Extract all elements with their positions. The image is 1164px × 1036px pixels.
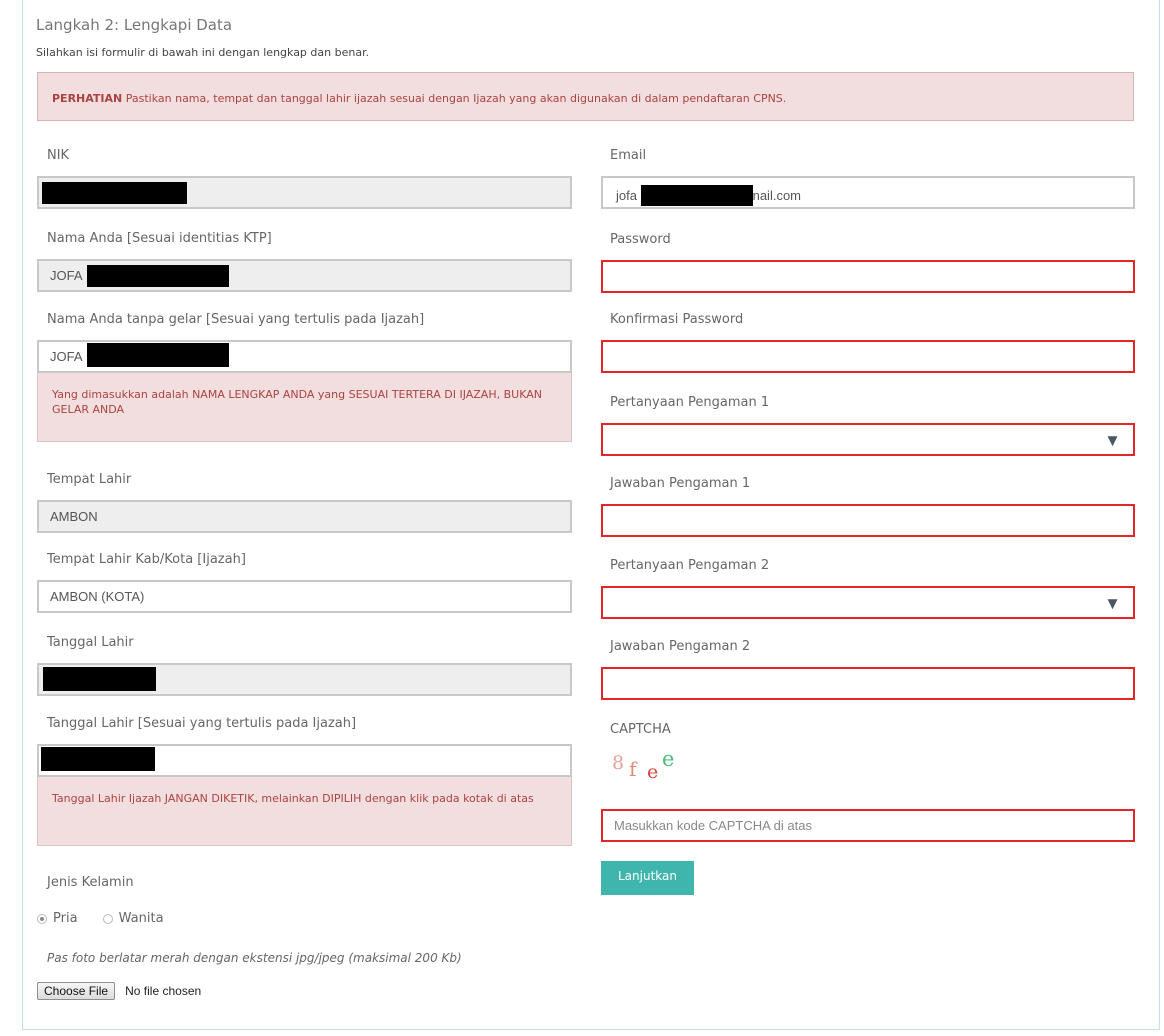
email-suffix: nail.com xyxy=(752,188,802,203)
redaction-bar xyxy=(640,185,753,206)
radio-pria-label: Pria xyxy=(53,911,78,926)
email-field[interactable]: jofa nail.com xyxy=(601,176,1135,209)
page-subtitle: Silahkan isi formulir di bawah ini denga… xyxy=(36,46,370,59)
nama-ijazah-hint: Yang dimasukkan adalah NAMA LENGKAP ANDA… xyxy=(37,373,572,442)
gender-radio-group: Pria Wanita xyxy=(37,908,164,927)
photo-note: Pas foto berlatar merah dengan ekstensi … xyxy=(47,951,462,965)
gender-label: Jenis Kelamin xyxy=(47,875,134,890)
password-confirm-label: Konfirmasi Password xyxy=(610,312,744,327)
file-status: No file chosen xyxy=(125,984,202,998)
answer2-field[interactable] xyxy=(601,667,1135,700)
question1-select[interactable]: ▼ xyxy=(601,423,1135,456)
radio-pria[interactable] xyxy=(37,913,47,924)
answer1-label: Jawaban Pengaman 1 xyxy=(610,476,751,491)
tanggal-lahir-ijazah-label: Tanggal Lahir [Sesuai yang tertulis pada… xyxy=(47,716,357,731)
tanggal-lahir-ijazah-field[interactable] xyxy=(37,744,572,777)
nama-label: Nama Anda [Sesuai identitias KTP] xyxy=(47,231,272,246)
email-prefix: jofa xyxy=(616,188,637,203)
nama-ijazah-field[interactable]: JOFA xyxy=(37,340,572,373)
email-label: Email xyxy=(610,148,647,163)
redaction-bar xyxy=(41,747,155,771)
file-input: Choose File No file chosen xyxy=(37,980,202,1000)
redaction-bar xyxy=(87,265,229,287)
question1-label: Pertanyaan Pengaman 1 xyxy=(610,395,770,410)
radio-wanita[interactable] xyxy=(102,913,113,924)
tempat-lahir-field[interactable]: AMBON xyxy=(37,500,572,533)
radio-wanita-label: Wanita xyxy=(118,911,164,926)
page-title: Langkah 2: Lengkapi Data xyxy=(36,16,233,34)
tempat-lahir-ijazah-field[interactable]: AMBON (KOTA) xyxy=(37,580,572,613)
redaction-bar xyxy=(87,343,229,367)
nama-ijazah-label: Nama Anda tanpa gelar [Sesuai yang tertu… xyxy=(47,312,425,327)
redaction-bar xyxy=(43,667,156,691)
captcha-label: CAPTCHA xyxy=(610,722,671,737)
tanggal-lahir-label: Tanggal Lahir xyxy=(47,635,134,650)
tempat-lahir-ijazah-label: Tempat Lahir Kab/Kota [Ijazah] xyxy=(47,552,246,567)
question2-select[interactable]: ▼ xyxy=(601,586,1135,619)
alert-strong: PERHATIAN xyxy=(52,92,123,105)
answer1-field[interactable] xyxy=(601,504,1135,537)
tempat-lahir-label: Tempat Lahir xyxy=(47,472,132,487)
nama-value: JOFA xyxy=(50,268,83,283)
redaction-bar xyxy=(42,182,187,204)
tanggal-lahir-ijazah-hint: Tanggal Lahir Ijazah JANGAN DIKETIK, mel… xyxy=(37,777,572,846)
question2-label: Pertanyaan Pengaman 2 xyxy=(610,558,770,573)
tanggal-lahir-field[interactable] xyxy=(37,663,572,696)
nama-field[interactable]: JOFA xyxy=(37,259,572,292)
alert-text: Pastikan nama, tempat dan tanggal lahir … xyxy=(122,92,787,105)
answer2-label: Jawaban Pengaman 2 xyxy=(610,639,751,654)
captcha-char: 8 xyxy=(612,752,625,774)
chevron-down-icon: ▼ xyxy=(1104,431,1121,450)
warning-alert: PERHATIAN Pastikan nama, tempat dan tang… xyxy=(37,72,1134,121)
captcha-input[interactable]: Masukkan kode CAPTCHA di atas xyxy=(601,809,1135,842)
nik-label: NIK xyxy=(47,148,70,163)
lanjutkan-button[interactable]: Lanjutkan xyxy=(601,861,694,895)
nama-ijazah-value: JOFA xyxy=(50,349,83,364)
choose-file-button[interactable]: Choose File xyxy=(37,982,116,1000)
nik-field[interactable] xyxy=(37,176,572,209)
password-label: Password xyxy=(610,232,671,247)
captcha-image: 8 f e e xyxy=(612,747,702,784)
chevron-down-icon: ▼ xyxy=(1104,594,1121,613)
captcha-char: f xyxy=(629,757,637,781)
password-confirm-field[interactable] xyxy=(601,340,1135,373)
captcha-char: e xyxy=(647,761,659,783)
password-field[interactable] xyxy=(601,260,1135,293)
captcha-char: e xyxy=(662,747,675,771)
captcha-placeholder: Masukkan kode CAPTCHA di atas xyxy=(614,818,812,833)
